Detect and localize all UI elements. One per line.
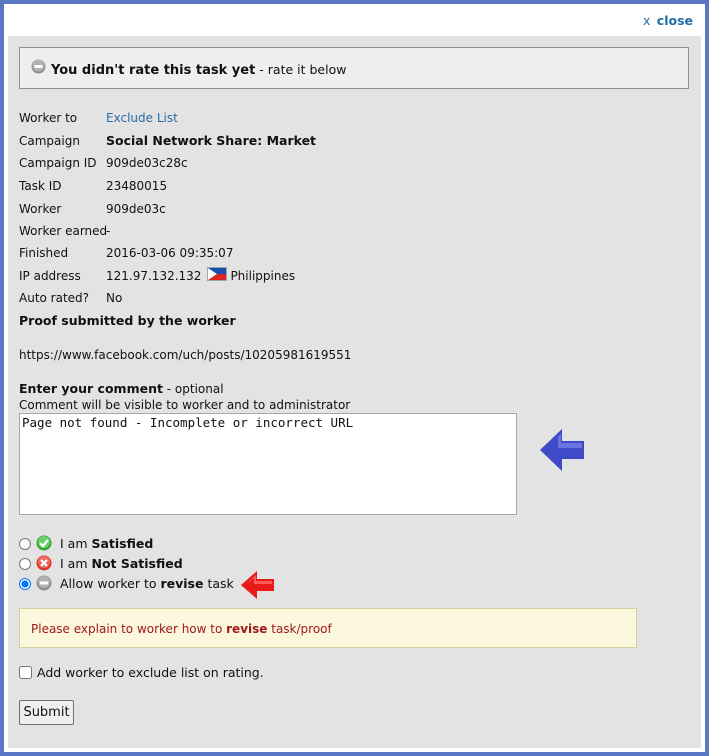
ip-address-label: IP address xyxy=(19,269,81,283)
proof-heading: Proof submitted by the worker xyxy=(19,313,236,328)
revise-hint-text: Please explain to worker how to revise t… xyxy=(31,622,332,636)
exclude-list-link[interactable]: Exclude List xyxy=(106,109,178,127)
task-id-label: Task ID xyxy=(19,179,62,193)
finished-label: Finished xyxy=(19,246,69,260)
notice-bold: You didn't rate this task yet xyxy=(51,63,256,78)
satisfied-prefix: I am xyxy=(60,536,92,551)
worker-label: Worker xyxy=(19,202,62,216)
comment-textarea[interactable]: Page not found - Incomplete or incorrect… xyxy=(19,413,517,515)
close-label: close xyxy=(656,13,693,28)
revise-prefix: Allow worker to xyxy=(60,576,161,591)
not-satisfied-radio[interactable] xyxy=(19,558,31,570)
notice-rest: - rate it below xyxy=(255,62,347,77)
philippines-flag-icon xyxy=(207,267,228,281)
ip-value: 121.97.132.132 xyxy=(106,269,202,283)
dialog-topbar: x close xyxy=(4,4,705,36)
proof-url: https://www.facebook.com/uch/posts/10205… xyxy=(19,348,352,362)
satisfied-bold: Satisfied xyxy=(91,536,154,551)
worker-to-label: Worker to xyxy=(19,111,78,125)
rating-notice: You didn't rate this task yet - rate it … xyxy=(19,47,689,89)
campaign-label: Campaign xyxy=(19,134,80,148)
revise-radio[interactable] xyxy=(19,578,31,590)
not-satisfied-prefix: I am xyxy=(60,556,92,571)
finished-value: 2016-03-06 09:35:07 xyxy=(106,246,234,260)
revise-hint-box: Please explain to worker how to revise t… xyxy=(19,608,637,648)
campaign-id-value: 909de03c28c xyxy=(106,156,188,170)
campaign-value: Social Network Share: Market xyxy=(106,133,317,148)
revise-suffix: task xyxy=(203,576,234,591)
rate-task-dialog: x close You didn't rate this task yet - … xyxy=(4,4,705,752)
x-circle-icon xyxy=(36,555,52,577)
worker-earned-value: - xyxy=(106,224,111,238)
satisfied-label: I am Satisfied xyxy=(60,534,153,554)
comment-note: Comment will be visible to worker and to… xyxy=(19,398,351,412)
campaign-id-label: Campaign ID xyxy=(19,156,97,170)
dialog-content: You didn't rate this task yet - rate it … xyxy=(8,36,701,748)
satisfied-radio[interactable] xyxy=(19,538,31,550)
worker-value: 909de03c xyxy=(106,202,166,216)
hint-suffix: task/proof xyxy=(267,622,332,636)
hint-bold: revise xyxy=(226,622,268,636)
comment-heading-bold: Enter your comment xyxy=(19,381,163,396)
close-link[interactable]: x close xyxy=(643,13,693,28)
hint-prefix: Please explain to worker how to xyxy=(31,622,227,636)
ip-country: Philippines xyxy=(230,269,296,283)
submit-button[interactable]: Submit xyxy=(19,700,74,725)
ip-address-value: 121.97.132.132 Philippines xyxy=(106,267,295,285)
minus-circle-icon xyxy=(31,59,46,77)
auto-rated-value: No xyxy=(106,291,123,305)
revise-label: Allow worker to revise task xyxy=(60,574,234,594)
red-arrow-left-icon xyxy=(240,570,276,603)
auto-rated-label: Auto rated? xyxy=(19,291,90,305)
minus-circle-icon xyxy=(36,575,52,597)
not-satisfied-bold: Not Satisfied xyxy=(91,556,183,571)
worker-earned-label: Worker earned xyxy=(19,224,108,238)
not-satisfied-label: I am Not Satisfied xyxy=(60,554,183,574)
exclude-checkbox[interactable] xyxy=(19,666,32,679)
comment-heading: Enter your comment - optional xyxy=(19,381,224,396)
notice-text: You didn't rate this task yet - rate it … xyxy=(51,62,346,78)
comment-heading-rest: - optional xyxy=(162,382,224,396)
exclude-label: Add worker to exclude list on rating. xyxy=(37,665,264,680)
task-id-value: 23480015 xyxy=(106,179,168,193)
revise-bold: revise xyxy=(160,576,204,591)
check-circle-icon xyxy=(36,535,52,557)
close-x: x xyxy=(643,13,651,28)
blue-arrow-left-icon xyxy=(538,428,586,475)
